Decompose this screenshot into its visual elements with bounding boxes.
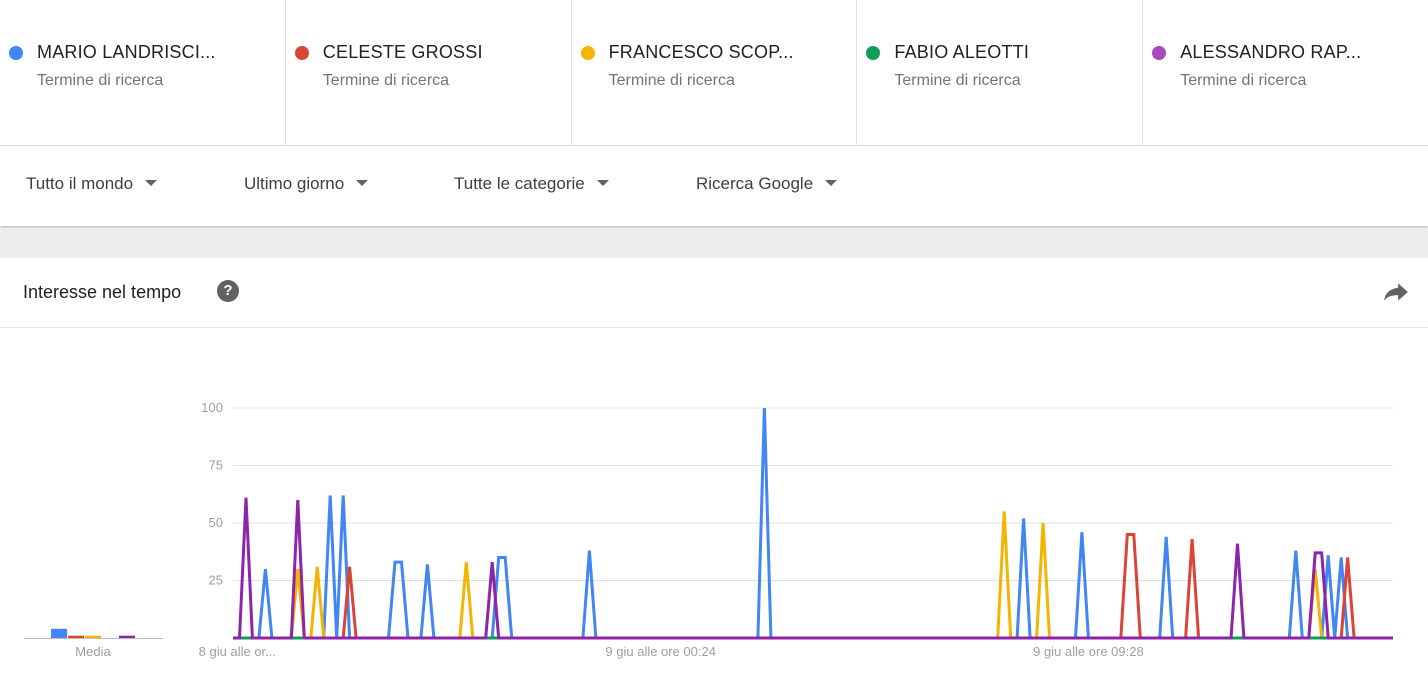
category-dropdown[interactable]: Tutte le categorie — [454, 174, 609, 194]
dropdown-caret-icon — [356, 179, 369, 186]
dropdown-caret-icon — [596, 179, 609, 186]
region-dropdown-label: Tutto il mondo — [26, 174, 134, 193]
term-card-1[interactable]: MARIO LANDRISCI... Termine di ricerca — [0, 0, 286, 145]
term-color-dot — [866, 46, 881, 60]
term-name: FRANCESCO SCOP... — [608, 42, 794, 62]
term-name: ALESSANDRO RAP... — [1180, 42, 1362, 62]
term-card-2[interactable]: CELESTE GROSSI Termine di ricerca — [286, 0, 572, 145]
dropdown-caret-icon — [825, 179, 838, 186]
average-bar — [119, 635, 135, 638]
average-bar — [51, 628, 67, 638]
filter-bar: Tutto il mondo Ultimo giorno Tutte le ca… — [0, 146, 1428, 226]
section-separator — [0, 228, 1428, 258]
y-tick-label: 100 — [201, 400, 223, 415]
y-tick-label: 50 — [209, 515, 223, 530]
term-card-5[interactable]: ALESSANDRO RAP... Termine di ricerca — [1143, 0, 1428, 145]
category-dropdown-label: Tutte le categorie — [454, 174, 585, 193]
time-range-dropdown-label: Ultimo giorno — [244, 174, 345, 193]
term-color-dot — [9, 46, 23, 60]
x-tick-label: 9 giu alle ore 00:24 — [605, 644, 716, 659]
chart-card-title: Interesse nel tempo — [23, 282, 182, 302]
region-dropdown[interactable]: Tutto il mondo — [26, 174, 158, 194]
term-subtitle: Termine di ricerca — [1180, 72, 1307, 89]
term-subtitle: Termine di ricerca — [608, 72, 735, 89]
y-tick-label: 25 — [209, 573, 223, 588]
term-subtitle: Termine di ricerca — [322, 72, 450, 89]
term-card-3[interactable]: FRANCESCO SCOP... Termine di ricerca — [572, 0, 858, 145]
time-range-dropdown[interactable]: Ultimo giorno — [244, 174, 369, 194]
share-arrow-icon[interactable] — [1383, 282, 1409, 302]
term-color-dot — [1152, 46, 1167, 60]
term-card-4[interactable]: FABIO ALEOTTI Termine di ricerca — [857, 0, 1144, 145]
question-mark-icon[interactable]: ? — [217, 280, 239, 302]
x-tick-label: 8 giu alle or... — [199, 644, 276, 659]
term-name: MARIO LANDRISCI... — [37, 42, 216, 62]
average-bar — [68, 635, 84, 638]
search-terms-bar: MARIO LANDRISCI... Termine di ricerca CE… — [0, 0, 1428, 146]
term-color-dot — [294, 46, 309, 60]
term-name: CELESTE GROSSI — [322, 42, 483, 62]
x-tick-label: 9 giu alle ore 09:28 — [1033, 644, 1144, 659]
search-property-dropdown[interactable]: Ricerca Google — [696, 174, 838, 194]
average-bar — [85, 635, 101, 638]
term-subtitle: Termine di ricerca — [37, 72, 164, 89]
y-tick-label: 75 — [209, 458, 223, 473]
chart-card-header: Interesse nel tempo ? — [0, 258, 1428, 328]
dropdown-caret-icon — [145, 179, 158, 186]
average-label: Media — [75, 644, 111, 659]
interest-over-time-chart: 25 50 75 100 8 giu alle or... 9 giu alle ore … — [24, 400, 1393, 659]
search-property-dropdown-label: Ricerca Google — [696, 174, 814, 193]
term-subtitle: Termine di ricerca — [894, 72, 1021, 89]
term-color-dot — [580, 46, 595, 60]
term-name: FABIO ALEOTTI — [894, 42, 1030, 62]
